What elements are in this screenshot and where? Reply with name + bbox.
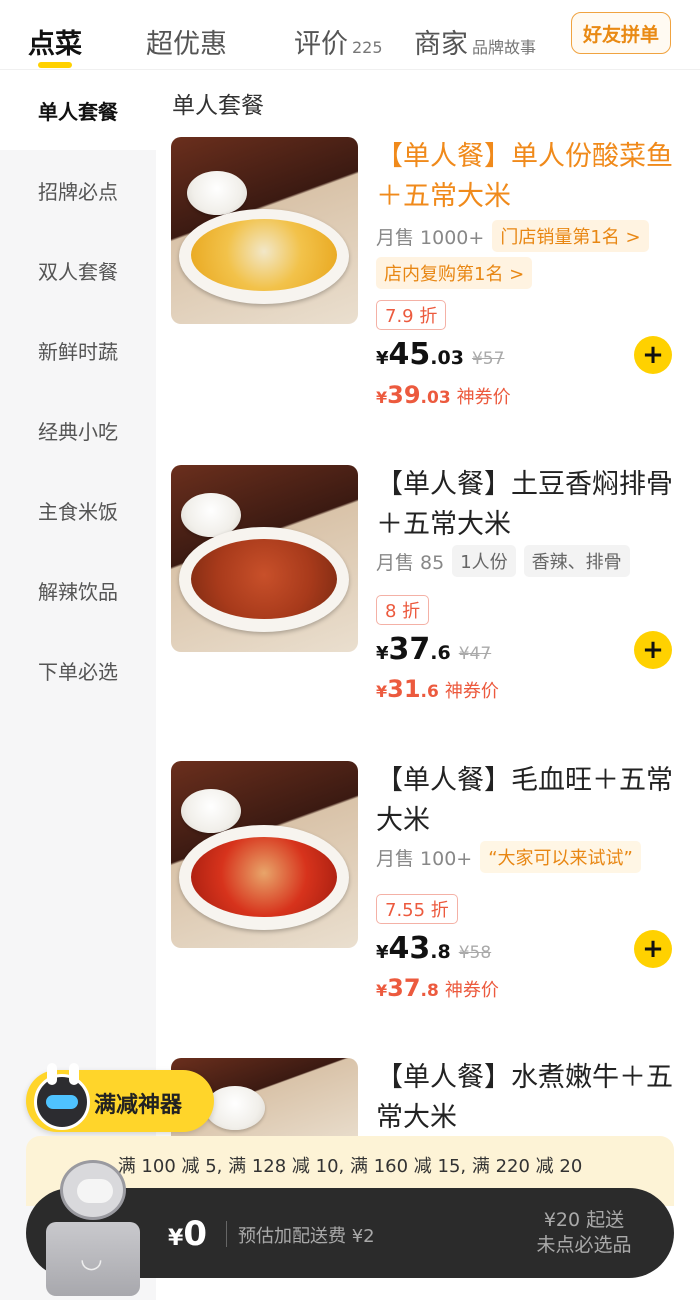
promo-badge-label: 满减神器 xyxy=(94,1093,183,1118)
tab-merchant[interactable]: 商家 品牌故事 xyxy=(414,22,536,61)
add-to-cart-button[interactable]: + xyxy=(634,631,672,669)
dish-name[interactable]: 【单人餐】水煮嫩牛＋五常大米 xyxy=(376,1058,681,1138)
rank-tag[interactable]: 店内复购第1名 > xyxy=(376,257,533,289)
coupon-price: ¥31.6 神券价 xyxy=(376,675,499,703)
tab-order-label: 点菜 xyxy=(28,29,82,60)
add-to-cart-button[interactable]: + xyxy=(634,930,672,968)
coupon-price: ¥39.03 神券价 xyxy=(376,381,511,409)
dish-tag: 1人份 xyxy=(452,545,516,577)
dish-monthly-sales: 月售 1000+ xyxy=(376,226,485,249)
plus-icon: + xyxy=(642,340,664,370)
delivery-fee: 预估加配送费 ¥2 xyxy=(238,1226,375,1247)
plus-icon: + xyxy=(642,635,664,665)
dish-item[interactable]: 【单人餐】单人份酸菜鱼＋五常大米 月售 1000+ 门店销量第1名 > 店内复购… xyxy=(171,137,686,427)
original-price: ¥57 xyxy=(471,349,505,369)
tab-merchant-sub: 品牌故事 xyxy=(472,38,537,57)
min-order-amount: ¥20 起送 xyxy=(543,1209,625,1231)
sidebar-item-vegetables[interactable]: 新鲜时蔬 xyxy=(0,310,156,390)
dish-image[interactable] xyxy=(171,465,358,652)
plus-icon: + xyxy=(642,934,664,964)
tab-reviews[interactable]: 评价 225 xyxy=(294,22,383,61)
section-title: 单人套餐 xyxy=(172,93,264,119)
sidebar-item-required[interactable]: 下单必选 xyxy=(0,630,156,710)
active-tab-indicator xyxy=(38,62,72,68)
sidebar-item-staples[interactable]: 主食米饭 xyxy=(0,470,156,550)
cart-total: ¥0 xyxy=(168,1214,207,1254)
tab-reviews-label: 评价 xyxy=(294,29,348,60)
review-quote-tag: “大家可以来试试” xyxy=(480,841,641,873)
dish-price: ¥43.8 ¥58 xyxy=(376,931,492,966)
group-order-button[interactable]: 好友拼单 xyxy=(571,12,671,54)
rank-tag[interactable]: 门店销量第1名 > xyxy=(492,220,649,252)
dish-monthly-sales: 月售 85 xyxy=(376,551,445,574)
dish-sales-row: 月售 1000+ 门店销量第1名 > xyxy=(376,220,649,252)
discount-badge: 7.9 折 xyxy=(376,300,447,330)
dish-image[interactable] xyxy=(171,761,358,948)
required-item-notice: 未点必选品 xyxy=(536,1234,632,1256)
robot-mascot-icon xyxy=(34,1063,90,1130)
dish-name[interactable]: 【单人餐】单人份酸菜鱼＋五常大米 xyxy=(376,137,681,217)
full-reduction-helper-button[interactable]: 满减神器 xyxy=(26,1063,214,1132)
discount-badge: 8 折 xyxy=(376,595,430,625)
dish-name[interactable]: 【单人餐】毛血旺＋五常大米 xyxy=(376,761,681,841)
dish-item[interactable]: 【单人餐】土豆香焖排骨＋五常大米 月售 85 1人份 香辣、排骨 8 折 ¥37… xyxy=(171,465,686,715)
sidebar-item-signature[interactable]: 招牌必点 xyxy=(0,150,156,230)
sidebar-item-single-set[interactable]: 单人套餐 xyxy=(0,70,156,150)
sidebar-item-drinks[interactable]: 解辣饮品 xyxy=(0,550,156,630)
cart-divider xyxy=(226,1221,227,1247)
tab-order[interactable]: 点菜 xyxy=(28,22,82,61)
tab-merchant-label: 商家 xyxy=(414,29,468,60)
coupon-price: ¥37.8 神券价 xyxy=(376,974,499,1002)
sidebar-item-snacks[interactable]: 经典小吃 xyxy=(0,390,156,470)
dish-sales-row: 月售 100+ “大家可以来试试” xyxy=(376,841,641,873)
sidebar-item-double-set[interactable]: 双人套餐 xyxy=(0,230,156,310)
dish-sales-row: 月售 85 1人份 香辣、排骨 xyxy=(376,545,630,577)
add-to-cart-button[interactable]: + xyxy=(634,336,672,374)
dish-name[interactable]: 【单人餐】土豆香焖排骨＋五常大米 xyxy=(376,465,681,545)
tab-deals-label: 超优惠 xyxy=(146,29,227,60)
tab-deals[interactable]: 超优惠 xyxy=(146,22,227,61)
dish-monthly-sales: 月售 100+ xyxy=(376,847,473,870)
tab-reviews-count: 225 xyxy=(352,38,383,57)
original-price: ¥47 xyxy=(458,644,492,664)
dish-tag: 香辣、排骨 xyxy=(523,545,630,577)
top-tab-bar: 点菜 超优惠 评价 225 商家 品牌故事 好友拼单 xyxy=(0,0,700,70)
dish-price: ¥45.03 ¥57 xyxy=(376,337,505,372)
dish-item[interactable]: 【单人餐】毛血旺＋五常大米 月售 100+ “大家可以来试试” 7.55 折 ¥… xyxy=(171,761,686,1011)
original-price: ¥58 xyxy=(458,943,492,963)
dish-tag-row: 店内复购第1名 > xyxy=(376,257,533,289)
dish-image[interactable] xyxy=(171,137,358,324)
min-order-info[interactable]: ¥20 起送 未点必选品 xyxy=(520,1208,648,1258)
cart-mascot-icon[interactable]: ◡ xyxy=(40,1160,145,1300)
dish-price: ¥37.6 ¥47 xyxy=(376,632,492,667)
dish-item[interactable]: 【单人餐】水煮嫩牛＋五常大米 xyxy=(171,1058,686,1148)
discount-badge: 7.55 折 xyxy=(376,894,458,924)
